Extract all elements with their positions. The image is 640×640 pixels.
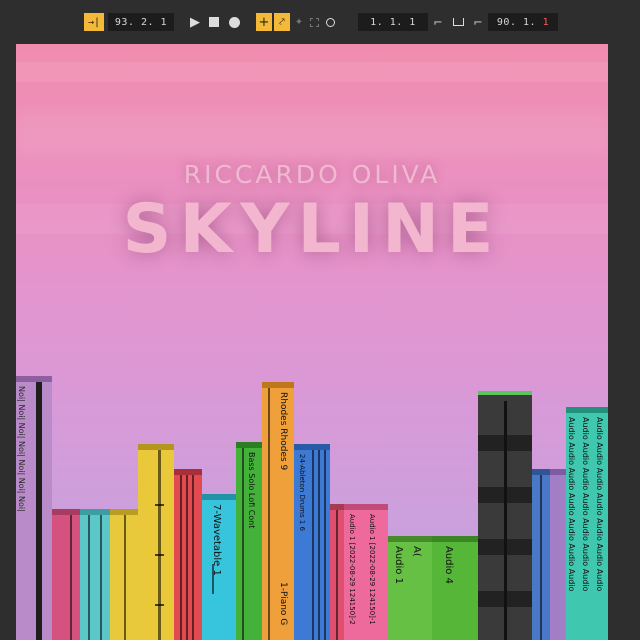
arrangement-position-field[interactable]: 93. 2. 1 xyxy=(108,13,174,31)
clip-label: 24-Ableton Drums 1 6 xyxy=(298,454,306,531)
play-button[interactable]: ▶ xyxy=(186,13,204,31)
transport-bar: →| 93. 2. 1 ▶ + ⤤ ✦ 1. 1. 1 ⌐ ⌐ 90. 1. 1 xyxy=(0,0,640,44)
punch-in-icon: ⌐ xyxy=(433,15,443,29)
play-icon: ▶ xyxy=(190,14,200,30)
tempo-value: 90. 1. xyxy=(496,16,537,28)
clip-wavetable[interactable]: 7-Wavetable 1 xyxy=(202,494,236,640)
capture-icon xyxy=(309,17,319,27)
clip-label: Audio Audio Audio Audio Audio Audio Audi… xyxy=(581,417,590,592)
clip-label: Audio Audio Audio Audio Audio Audio Audi… xyxy=(595,417,604,592)
loop-start-field[interactable]: 1. 1. 1 xyxy=(358,13,428,31)
clip-blue[interactable] xyxy=(532,469,550,640)
clip-yellow-low[interactable] xyxy=(110,509,138,640)
album-artwork: RICCARDO OLIVA SKYLINE Noi| Noi| Noi| No… xyxy=(16,44,608,640)
punch-in-button[interactable]: ⌐ xyxy=(428,13,448,31)
overdub-button[interactable]: + xyxy=(256,13,272,31)
clip-label: Audio 1 [2022-08-29 124150]-1 xyxy=(368,514,376,625)
clip-noise[interactable]: Noi| Noi| Noi| Noi| Noi| Noi| Noi| xyxy=(16,376,52,640)
clip-label: Audio 1 [2022-08-29 124150]-2 xyxy=(348,514,356,625)
session-record-button[interactable] xyxy=(321,13,339,31)
clip-recordings[interactable]: Audio 1 [2022-08-29 124150]-2 Audio 1 [2… xyxy=(344,504,388,640)
follow-button[interactable]: →| xyxy=(84,13,104,31)
clip-audio-1[interactable]: Audio 1 A( xyxy=(388,536,432,640)
clip-audio-teal[interactable]: Audio Audio Audio Audio Audio Audio Audi… xyxy=(566,407,608,640)
clip-label: A( xyxy=(411,546,422,557)
record-button[interactable] xyxy=(225,13,243,31)
session-record-icon xyxy=(325,17,335,27)
follow-arrow-icon: →| xyxy=(87,16,101,28)
loop-start-value: 1. 1. 1 xyxy=(370,16,416,28)
tempo-last-digit: 1 xyxy=(542,16,550,28)
clip-purple[interactable] xyxy=(550,469,566,640)
punch-out-icon: ⌐ xyxy=(473,15,483,29)
clip-label: 1-Piano G xyxy=(278,582,288,626)
clip-bass[interactable]: Bass Solo Lofi Cont xyxy=(236,442,262,640)
clip-red[interactable] xyxy=(174,469,202,640)
arrangement-position-value: 93. 2. 1 xyxy=(114,16,168,28)
loop-icon xyxy=(452,18,464,26)
punch-out-button[interactable]: ⌐ xyxy=(468,13,488,31)
clip-audio-4[interactable]: Audio 4 xyxy=(432,536,478,640)
clip-teal[interactable] xyxy=(80,509,110,640)
automation-arm-button[interactable]: ⤤ xyxy=(274,13,290,31)
clip-dark[interactable] xyxy=(478,391,532,640)
clip-rhodes[interactable]: Rhodes Rhodes 9 1-Piano G xyxy=(262,382,294,640)
clip-yellow-tall[interactable] xyxy=(138,444,174,640)
draw-mode-icon: ✦ xyxy=(294,16,304,28)
overdub-plus-icon: + xyxy=(258,14,270,30)
clip-label: Audio 1 xyxy=(393,546,404,584)
automation-arm-icon: ⤤ xyxy=(279,16,285,28)
clip-magenta[interactable] xyxy=(330,504,344,640)
clip-label: Bass Solo Lofi Cont xyxy=(247,452,256,529)
tempo-field[interactable]: 90. 1. 1 xyxy=(488,13,558,31)
record-icon xyxy=(228,16,240,28)
clip-skyline: Noi| Noi| Noi| Noi| Noi| Noi| Noi| 7-Wav… xyxy=(16,44,608,640)
stop-icon xyxy=(209,17,219,27)
loop-button[interactable] xyxy=(448,13,468,31)
stop-button[interactable] xyxy=(205,13,223,31)
clip-pink[interactable] xyxy=(52,509,80,640)
clip-label: Noi| Noi| Noi| Noi| Noi| Noi| Noi| xyxy=(17,386,26,512)
clip-label: Rhodes Rhodes 9 xyxy=(278,392,288,471)
clip-label: Audio 4 xyxy=(443,546,454,584)
clip-drums[interactable]: 24-Ableton Drums 1 6 xyxy=(294,444,330,640)
clip-label: Audio Audio Audio Audio Audio Audio Audi… xyxy=(567,417,576,592)
